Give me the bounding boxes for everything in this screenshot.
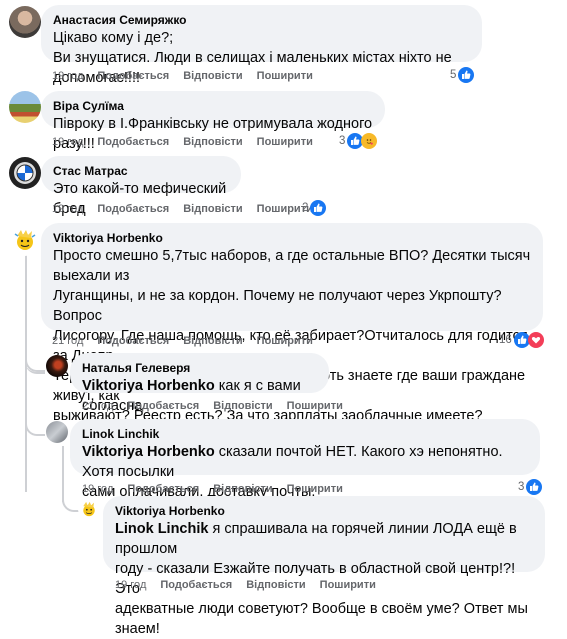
avatar[interactable] [9, 91, 41, 123]
thread-connector [25, 348, 45, 372]
reply-button[interactable]: Відповісти [183, 203, 242, 215]
reply-button[interactable]: Відповісти [183, 335, 242, 347]
comment-author[interactable]: Viktoriya Horbenko [115, 503, 533, 519]
avatar[interactable] [46, 421, 68, 443]
bmw-logo-icon [14, 162, 36, 184]
timestamp[interactable]: 19 год [115, 579, 146, 591]
care-icon [361, 133, 378, 149]
timestamp[interactable]: 19 год [52, 70, 83, 82]
like-icon [310, 200, 327, 216]
like-button[interactable]: Подобається [97, 335, 169, 347]
reaction-count[interactable]: 2 [302, 200, 327, 216]
comment-bubble: Віра Сулїма Півроку в І.Франківську не о… [41, 91, 385, 152]
share-button[interactable]: Поширити [287, 483, 343, 495]
avatar[interactable] [46, 355, 68, 377]
comment-bubble: Linok Linchik Viktoriya Horbenko сказали… [70, 419, 540, 500]
thread-line [62, 446, 64, 502]
comment-author[interactable]: Стас Матрас [53, 163, 229, 179]
timestamp[interactable]: 19 год [52, 136, 83, 148]
like-button[interactable]: Подобається [160, 579, 232, 591]
like-button[interactable]: Подобається [97, 70, 169, 82]
comment-actions: 19 год Подобається Відповісти Поширити [52, 69, 327, 83]
comment-author[interactable]: Віра Сулїма [53, 98, 373, 114]
comment-actions: 19 год Подобається Відповісти Поширити [52, 202, 327, 216]
avatar[interactable] [9, 157, 41, 189]
timestamp[interactable]: 21 год [52, 335, 83, 347]
cartoon-avatar-icon [14, 230, 36, 250]
timestamp[interactable]: 21 год [82, 400, 113, 412]
share-button[interactable]: Поширити [257, 70, 313, 82]
reaction-count[interactable]: 16 [499, 332, 544, 348]
share-button[interactable]: Поширити [320, 579, 376, 591]
comment-author[interactable]: Анастасия Семиряжко [53, 12, 470, 28]
comment-bubble: Наталья Гелеверя Viktoriya Horbenko как … [70, 353, 329, 414]
comment-actions: 21 год Подобається Відповісти Поширити [82, 399, 357, 413]
timestamp[interactable]: 19 год [52, 203, 83, 215]
comment-author[interactable]: Наталья Гелеверя [82, 360, 317, 376]
share-button[interactable]: Поширити [257, 136, 313, 148]
reply-button[interactable]: Відповісти [213, 483, 272, 495]
comment-text: Просто смешно 5,7тыс наборов, а где оста… [53, 248, 531, 284]
comment-bubble: Анастасия Семиряжко Цікаво кому і де?; В… [41, 5, 482, 86]
like-button[interactable]: Подобається [127, 483, 199, 495]
comment-bubble: Стас Матрас Это какой-то мефический бред [41, 156, 241, 217]
comment-bubble: Viktoriya Horbenko Просто смешно 5,7тыс … [41, 223, 543, 424]
avatar[interactable] [9, 6, 41, 38]
timestamp[interactable]: 19 год [82, 483, 113, 495]
mention-link[interactable]: Viktoriya Horbenko [82, 378, 215, 394]
comment-author[interactable]: Linok Linchik [82, 426, 528, 442]
reaction-count[interactable]: 5 [450, 67, 475, 83]
like-button[interactable]: Подобається [97, 203, 169, 215]
thread-line [25, 252, 27, 492]
reply-button[interactable]: Відповісти [213, 400, 272, 412]
heart-icon [527, 332, 544, 348]
like-icon [526, 479, 543, 495]
share-button[interactable]: Поширити [287, 400, 343, 412]
share-button[interactable]: Поширити [257, 335, 313, 347]
comment-text: Луганщины, и не за кордон. Почему не пол… [53, 288, 502, 324]
reaction-count[interactable]: 3 [339, 133, 378, 149]
comment-actions: 19 год Подобається Відповісти Поширити [52, 135, 327, 149]
comment-actions: 19 год Подобається Відповісти Поширити [82, 482, 357, 496]
cartoon-avatar-icon [83, 501, 95, 517]
reply-button[interactable]: Відповісти [183, 136, 242, 148]
like-button[interactable]: Подобається [127, 400, 199, 412]
thread-connector [25, 418, 45, 436]
comment-author[interactable]: Viktoriya Horbenko [53, 230, 531, 246]
avatar[interactable] [78, 498, 100, 520]
comment-actions: 21 год Подобається Відповісти Поширити [52, 334, 327, 348]
like-icon [458, 67, 475, 83]
mention-link[interactable]: Viktoriya Horbenko [82, 444, 215, 460]
reply-button[interactable]: Відповісти [183, 70, 242, 82]
mention-link[interactable]: Linok Linchik [115, 521, 208, 537]
comment-text: Цікаво кому і де?; [53, 30, 174, 46]
comment-bubble: Viktoriya Horbenko Linok Linchik я спраш… [103, 496, 545, 637]
reply-button[interactable]: Відповісти [246, 579, 305, 591]
reaction-count[interactable]: 3 [518, 479, 543, 495]
comment-actions: 19 год Подобається Відповісти Поширити [115, 578, 390, 592]
like-button[interactable]: Подобається [97, 136, 169, 148]
comment-text: адекватные люди советуют? Вообще в своём… [115, 601, 528, 637]
avatar[interactable] [9, 224, 41, 256]
